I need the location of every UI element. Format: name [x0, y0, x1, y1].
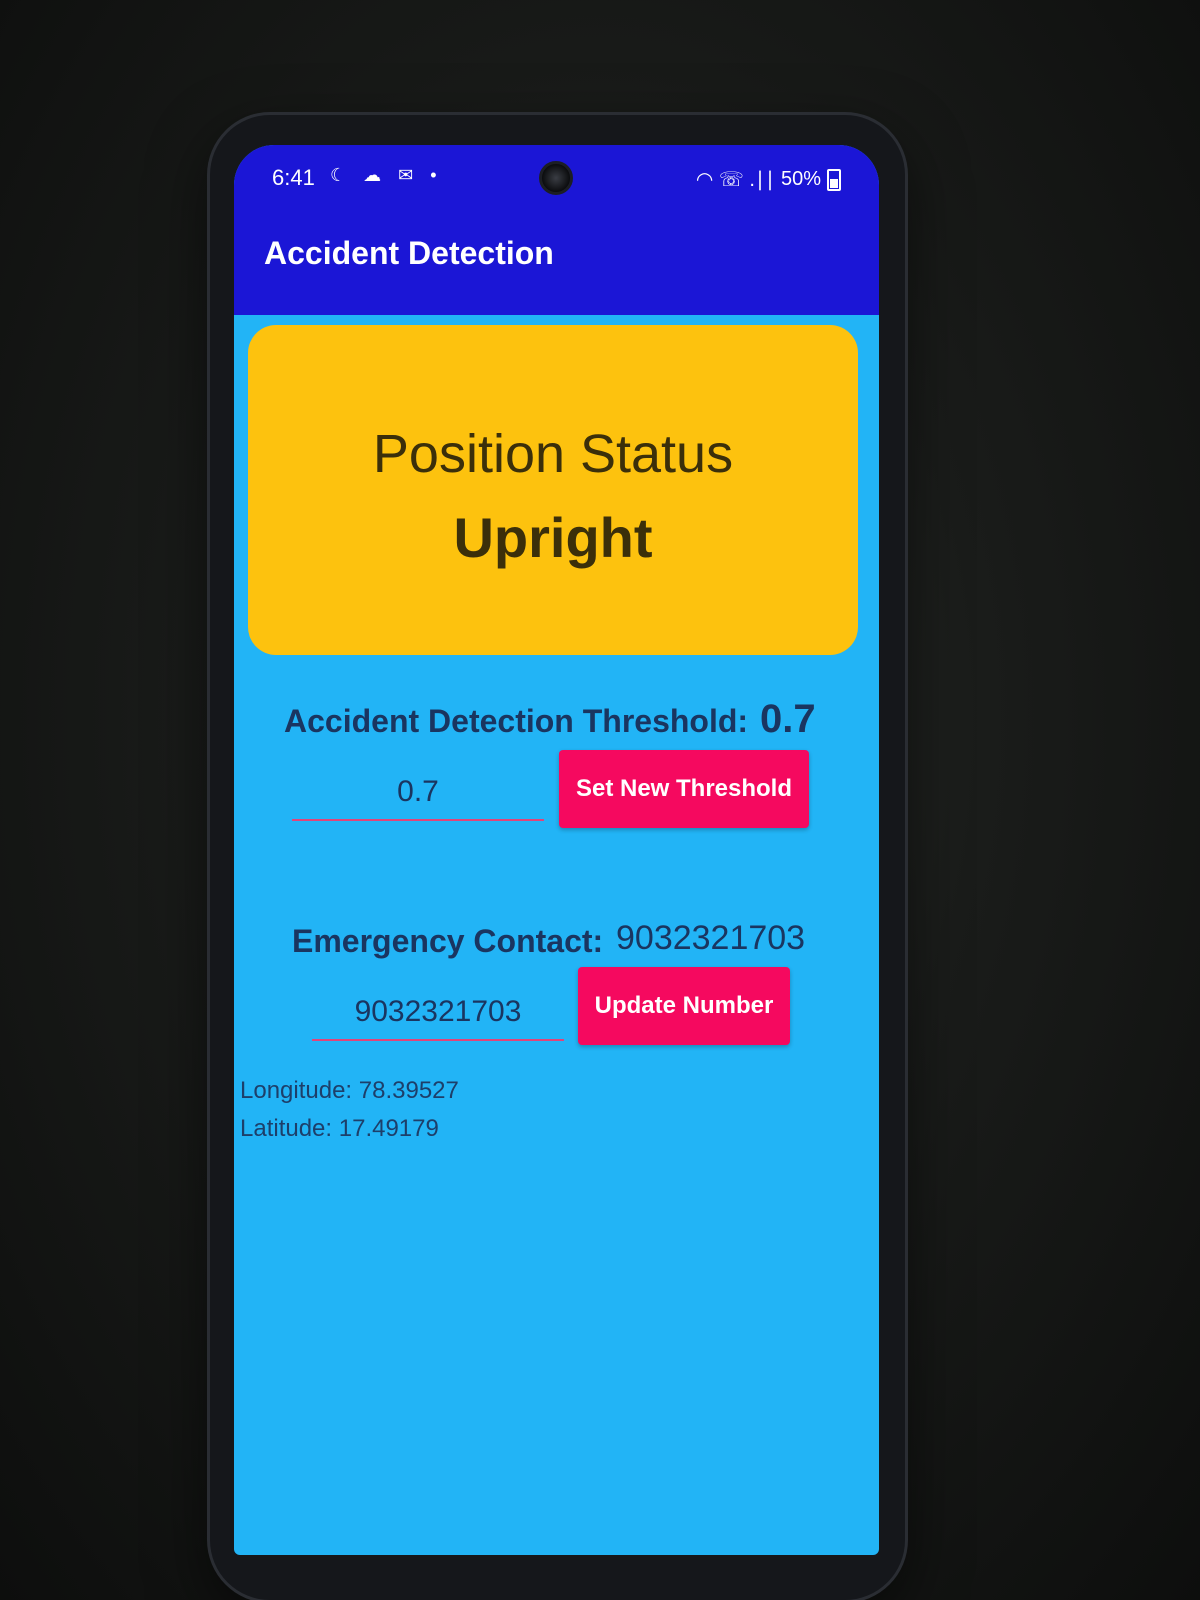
signal-icons: ◠ ☏ .∣∣: [695, 169, 775, 191]
set-threshold-button[interactable]: Set New Threshold: [559, 750, 809, 828]
status-time: 6:41: [272, 165, 315, 190]
emergency-contact-value: 9032321703: [616, 919, 806, 957]
app-bar: Accident Detection: [234, 205, 879, 315]
position-status-heading: Position Status: [372, 424, 734, 484]
phone-device: 6:41 ☾ ☁ ✉ • ◠ ☏ .∣∣ 50% Accident Detect…: [210, 115, 905, 1600]
emergency-contact-input[interactable]: [312, 995, 564, 1041]
position-status-value: Upright: [453, 506, 653, 569]
threshold-current-value: 0.7: [760, 697, 816, 741]
threshold-input[interactable]: [292, 775, 544, 821]
status-right-group: ◠ ☏ .∣∣ 50%: [696, 167, 841, 192]
battery-icon: [827, 168, 841, 191]
position-status-card: Position Status Upright: [248, 325, 858, 655]
update-number-button[interactable]: Update Number: [578, 967, 790, 1045]
emergency-contact-label: Emergency Contact:: [292, 923, 604, 959]
photo-background: 6:41 ☾ ☁ ✉ • ◠ ☏ .∣∣ 50% Accident Detect…: [0, 0, 1200, 1600]
longitude-text: Longitude: 78.39527: [240, 1077, 459, 1104]
battery-percent: 50%: [780, 168, 821, 190]
notification-icons: ☾ ☁ ✉ •: [330, 165, 443, 185]
threshold-label: Accident Detection Threshold:: [284, 703, 749, 739]
latitude-text: Latitude: 17.49179: [240, 1115, 439, 1142]
app-title: Accident Detection: [264, 235, 554, 271]
front-camera-icon: [539, 161, 573, 195]
phone-screen: 6:41 ☾ ☁ ✉ • ◠ ☏ .∣∣ 50% Accident Detect…: [234, 145, 879, 1555]
